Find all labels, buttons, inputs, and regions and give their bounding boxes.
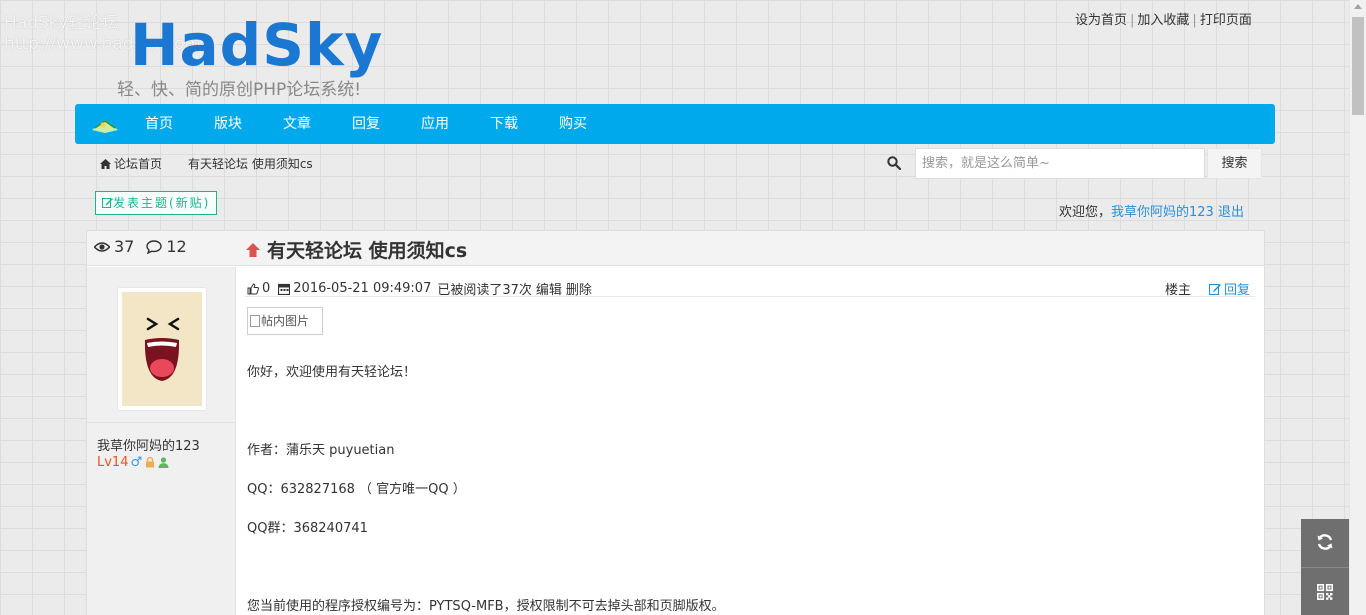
search-icon: [887, 156, 901, 170]
logout-link[interactable]: 退出: [1218, 205, 1244, 220]
breadcrumb-home[interactable]: 论坛首页: [114, 157, 162, 171]
post-image-alt: 帖内图片: [261, 314, 310, 328]
lock-badge-icon: [146, 457, 155, 468]
view-count: 37: [114, 237, 135, 256]
top-links: 设为首页 | 加入收藏 | 打印页面: [1075, 9, 1252, 28]
post-stats: 37 12: [94, 237, 187, 256]
user-badge-icon: [158, 457, 169, 468]
qrcode-icon: [1317, 584, 1333, 600]
author-sidebar: 我草你阿妈的123 Lv14 ♂: [87, 267, 236, 615]
post-datetime: 2016-05-21 09:49:07: [293, 281, 432, 296]
nav-item-download[interactable]: 下载: [490, 104, 518, 144]
floating-toolbar-divider: [1301, 567, 1349, 568]
arrow-up-icon: [246, 242, 260, 257]
add-favorite-link[interactable]: 加入收藏: [1137, 13, 1189, 28]
qrcode-button[interactable]: [1301, 569, 1349, 615]
calendar-icon: [278, 283, 291, 295]
sidebar-divider: [87, 422, 236, 423]
scroll-up-arrow-icon[interactable]: [1354, 4, 1362, 9]
post-title-wrap: 有天轻论坛 使用须知cs: [245, 236, 467, 263]
post-image-placeholder: 帖内图片: [247, 307, 323, 335]
post-container: 37 12 有天轻论坛 使用须知cs 我草你阿妈的123 Lv14 ♂ 0 20…: [86, 230, 1265, 615]
post-title: 有天轻论坛 使用须知cs: [267, 240, 468, 262]
nav-item-replies[interactable]: 回复: [352, 104, 380, 144]
floating-toolbar: [1301, 519, 1349, 615]
welcome-prefix: 欢迎您，: [1059, 205, 1112, 220]
site-logo[interactable]: HadSky: [130, 10, 383, 80]
print-page-link[interactable]: 打印页面: [1200, 13, 1252, 28]
page-scrollbar[interactable]: [1349, 0, 1366, 615]
set-homepage-link[interactable]: 设为首页: [1075, 13, 1127, 28]
post-header: 37 12 有天轻论坛 使用须知cs: [87, 231, 1264, 266]
nav-item-apps[interactable]: 应用: [421, 104, 449, 144]
eye-icon: [94, 241, 110, 252]
search-button[interactable]: 搜索: [1207, 148, 1262, 179]
nav-logo-icon[interactable]: [91, 116, 119, 134]
post-paragraph: QQ：632827168 （ 官方唯一QQ ）: [247, 482, 466, 497]
author-name[interactable]: 我草你阿妈的123: [97, 435, 200, 454]
welcome-text: 欢迎您，我草你阿妈的123 退出: [1059, 201, 1244, 220]
nav-item-home[interactable]: 首页: [145, 104, 173, 144]
reply-edit-icon: [1209, 283, 1221, 295]
meta-divider: [245, 296, 1255, 297]
male-icon: ♂: [130, 455, 143, 470]
comment-icon: [146, 239, 163, 254]
main-nav: 首页 版块 文章 回复 应用 下载 购买: [75, 104, 1275, 144]
top-link-separator: |: [1192, 13, 1197, 28]
post-paragraph: 你好，欢迎使用有天轻论坛！: [247, 365, 417, 380]
post-paragraph: 您当前使用的程序授权编号为：PYTSQ-MFB，授权限制不可去掉头部和页脚版权。: [247, 599, 725, 614]
refresh-button[interactable]: [1301, 519, 1349, 565]
refresh-icon: [1317, 534, 1333, 550]
reply-stat: 12: [146, 237, 187, 256]
scrollbar-thumb[interactable]: [1352, 17, 1364, 115]
author-level-row: Lv14 ♂: [97, 455, 169, 470]
breadcrumb: 论坛首页 有天轻论坛 使用须知cs: [100, 155, 313, 172]
like-count: 0: [262, 281, 271, 296]
current-user-link[interactable]: 我草你阿妈的123: [1111, 205, 1214, 220]
avatar-face-icon: [144, 317, 180, 381]
search-input[interactable]: [915, 148, 1205, 179]
new-post-label: 发表主题(新贴): [113, 196, 211, 210]
nav-item-boards[interactable]: 版块: [214, 104, 242, 144]
edit-icon: [102, 198, 113, 208]
broken-image-icon: [250, 315, 260, 327]
nav-item-buy[interactable]: 购买: [559, 104, 587, 144]
watermark-title: HadSky轻论坛: [4, 13, 120, 33]
avatar[interactable]: [117, 287, 207, 411]
post-paragraph: QQ群：368240741: [247, 521, 368, 536]
author-level: Lv14: [97, 455, 129, 470]
new-post-button[interactable]: 发表主题(新贴): [95, 191, 218, 215]
home-icon: [100, 159, 111, 169]
site-slogan: 轻、快、简的原创PHP论坛系统!: [117, 80, 362, 100]
breadcrumb-current[interactable]: 有天轻论坛 使用须知cs: [188, 157, 313, 171]
post-paragraph: 作者：蒲乐天 puyuetian: [247, 443, 395, 458]
search-icon-button[interactable]: [878, 148, 910, 178]
reply-count: 12: [166, 237, 187, 256]
avatar-face: [122, 292, 202, 406]
nav-item-articles[interactable]: 文章: [283, 104, 311, 144]
top-link-separator: |: [1130, 13, 1135, 28]
thumbs-up-icon[interactable]: [247, 282, 259, 295]
